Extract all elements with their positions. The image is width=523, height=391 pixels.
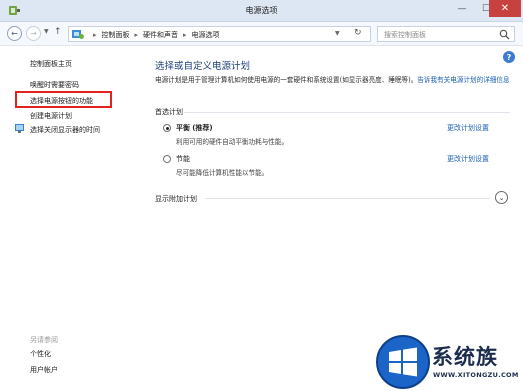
refresh-icon[interactable]: ↻ xyxy=(354,28,362,38)
plan-description-balanced: 利用可用的硬件自动平衡功耗与性能。 xyxy=(176,138,289,146)
close-button[interactable]: ✕ xyxy=(489,0,521,17)
minimize-button[interactable]: — xyxy=(450,0,474,17)
search-box[interactable]: 搜索控制面板 xyxy=(377,26,515,42)
chevron-down-icon[interactable]: ⌄ xyxy=(495,191,508,204)
plan-tag: (推荐) xyxy=(192,124,213,132)
sidebar-item-control-panel-home[interactable]: 控制面板主页 xyxy=(30,59,72,69)
address-bar[interactable]: ▸ 控制面板 ▸ 硬件和声音 ▸ 电源选项 ▼ ↻ xyxy=(68,26,371,42)
page-description: 电源计划是用于管理计算机如何使用电源的一套硬件和系统设置(如显示器亮度、睡眠等)… xyxy=(155,75,510,85)
forward-button[interactable]: → xyxy=(26,26,41,41)
sidebar-item-personalization[interactable]: 个性化 xyxy=(30,349,51,359)
control-panel-icon xyxy=(72,30,84,39)
plan-name-power-saver[interactable]: 节能 xyxy=(176,154,190,164)
page-title: 选择或自定义电源计划 xyxy=(155,61,251,72)
highlight-annotation-box xyxy=(15,91,112,108)
breadcrumb-item[interactable]: 电源选项 xyxy=(192,31,220,39)
breadcrumb: ▸ 控制面板 ▸ 硬件和声音 ▸ 电源选项 xyxy=(93,31,220,39)
description-text: 电源计划是用于管理计算机如何使用电源的一套硬件和系统设置(如显示器亮度、睡眠等)… xyxy=(155,76,418,84)
preferred-plans-heading: 首选计划 xyxy=(155,108,183,116)
power-plan-info-link[interactable]: 告诉我有关电源计划的详细信息 xyxy=(417,76,509,84)
section-divider xyxy=(184,112,510,113)
search-icon[interactable] xyxy=(499,29,510,40)
plan-name-label: 平衡 xyxy=(176,124,190,132)
display-shield-icon xyxy=(15,124,24,133)
see-also-heading: 另请参阅 xyxy=(30,336,58,344)
plan-description-power-saver: 尽可能降低计算机性能以节能。 xyxy=(176,169,269,177)
sidebar-item-create-plan[interactable]: 创建电源计划 xyxy=(30,111,72,121)
navigation-bar: ← → ▼ ↑ ▸ 控制面板 ▸ 硬件和声音 ▸ 电源选项 ▼ ↻ 搜索控制面板 xyxy=(0,22,523,46)
watermark-brand-text: 系统族 xyxy=(432,345,498,369)
breadcrumb-item[interactable]: 控制面板 xyxy=(102,31,130,39)
help-icon[interactable]: ? xyxy=(503,51,515,63)
address-dropdown-icon[interactable]: ▼ xyxy=(335,30,340,37)
up-arrow-icon[interactable]: ↑ xyxy=(54,27,62,37)
recent-locations-chevron-icon[interactable]: ▼ xyxy=(44,28,49,35)
search-placeholder: 搜索控制面板 xyxy=(384,31,426,39)
title-bar: 电源选项 — ☐ ✕ xyxy=(0,0,523,22)
plan-radio-power-saver[interactable] xyxy=(163,155,171,163)
watermark-url-text: WWW.XITONGZU.COM xyxy=(433,371,519,379)
breadcrumb-item[interactable]: 硬件和声音 xyxy=(143,31,178,39)
back-button[interactable]: ← xyxy=(7,26,22,41)
sidebar-item-display-off-time[interactable]: 选择关闭显示器的时间 xyxy=(30,125,100,135)
plan-name-balanced[interactable]: 平衡 (推荐) xyxy=(176,123,213,133)
change-plan-settings-link[interactable]: 更改计划设置 xyxy=(447,154,489,164)
section-divider xyxy=(205,198,490,199)
show-additional-plans-label[interactable]: 显示附加计划 xyxy=(155,194,197,204)
sidebar-item-user-accounts[interactable]: 用户帐户 xyxy=(30,365,58,375)
window-title: 电源选项 xyxy=(245,6,278,15)
plan-radio-balanced[interactable] xyxy=(163,124,171,132)
change-plan-settings-link[interactable]: 更改计划设置 xyxy=(447,123,489,133)
sidebar-item-require-password[interactable]: 唤醒时需要密码 xyxy=(30,80,79,90)
